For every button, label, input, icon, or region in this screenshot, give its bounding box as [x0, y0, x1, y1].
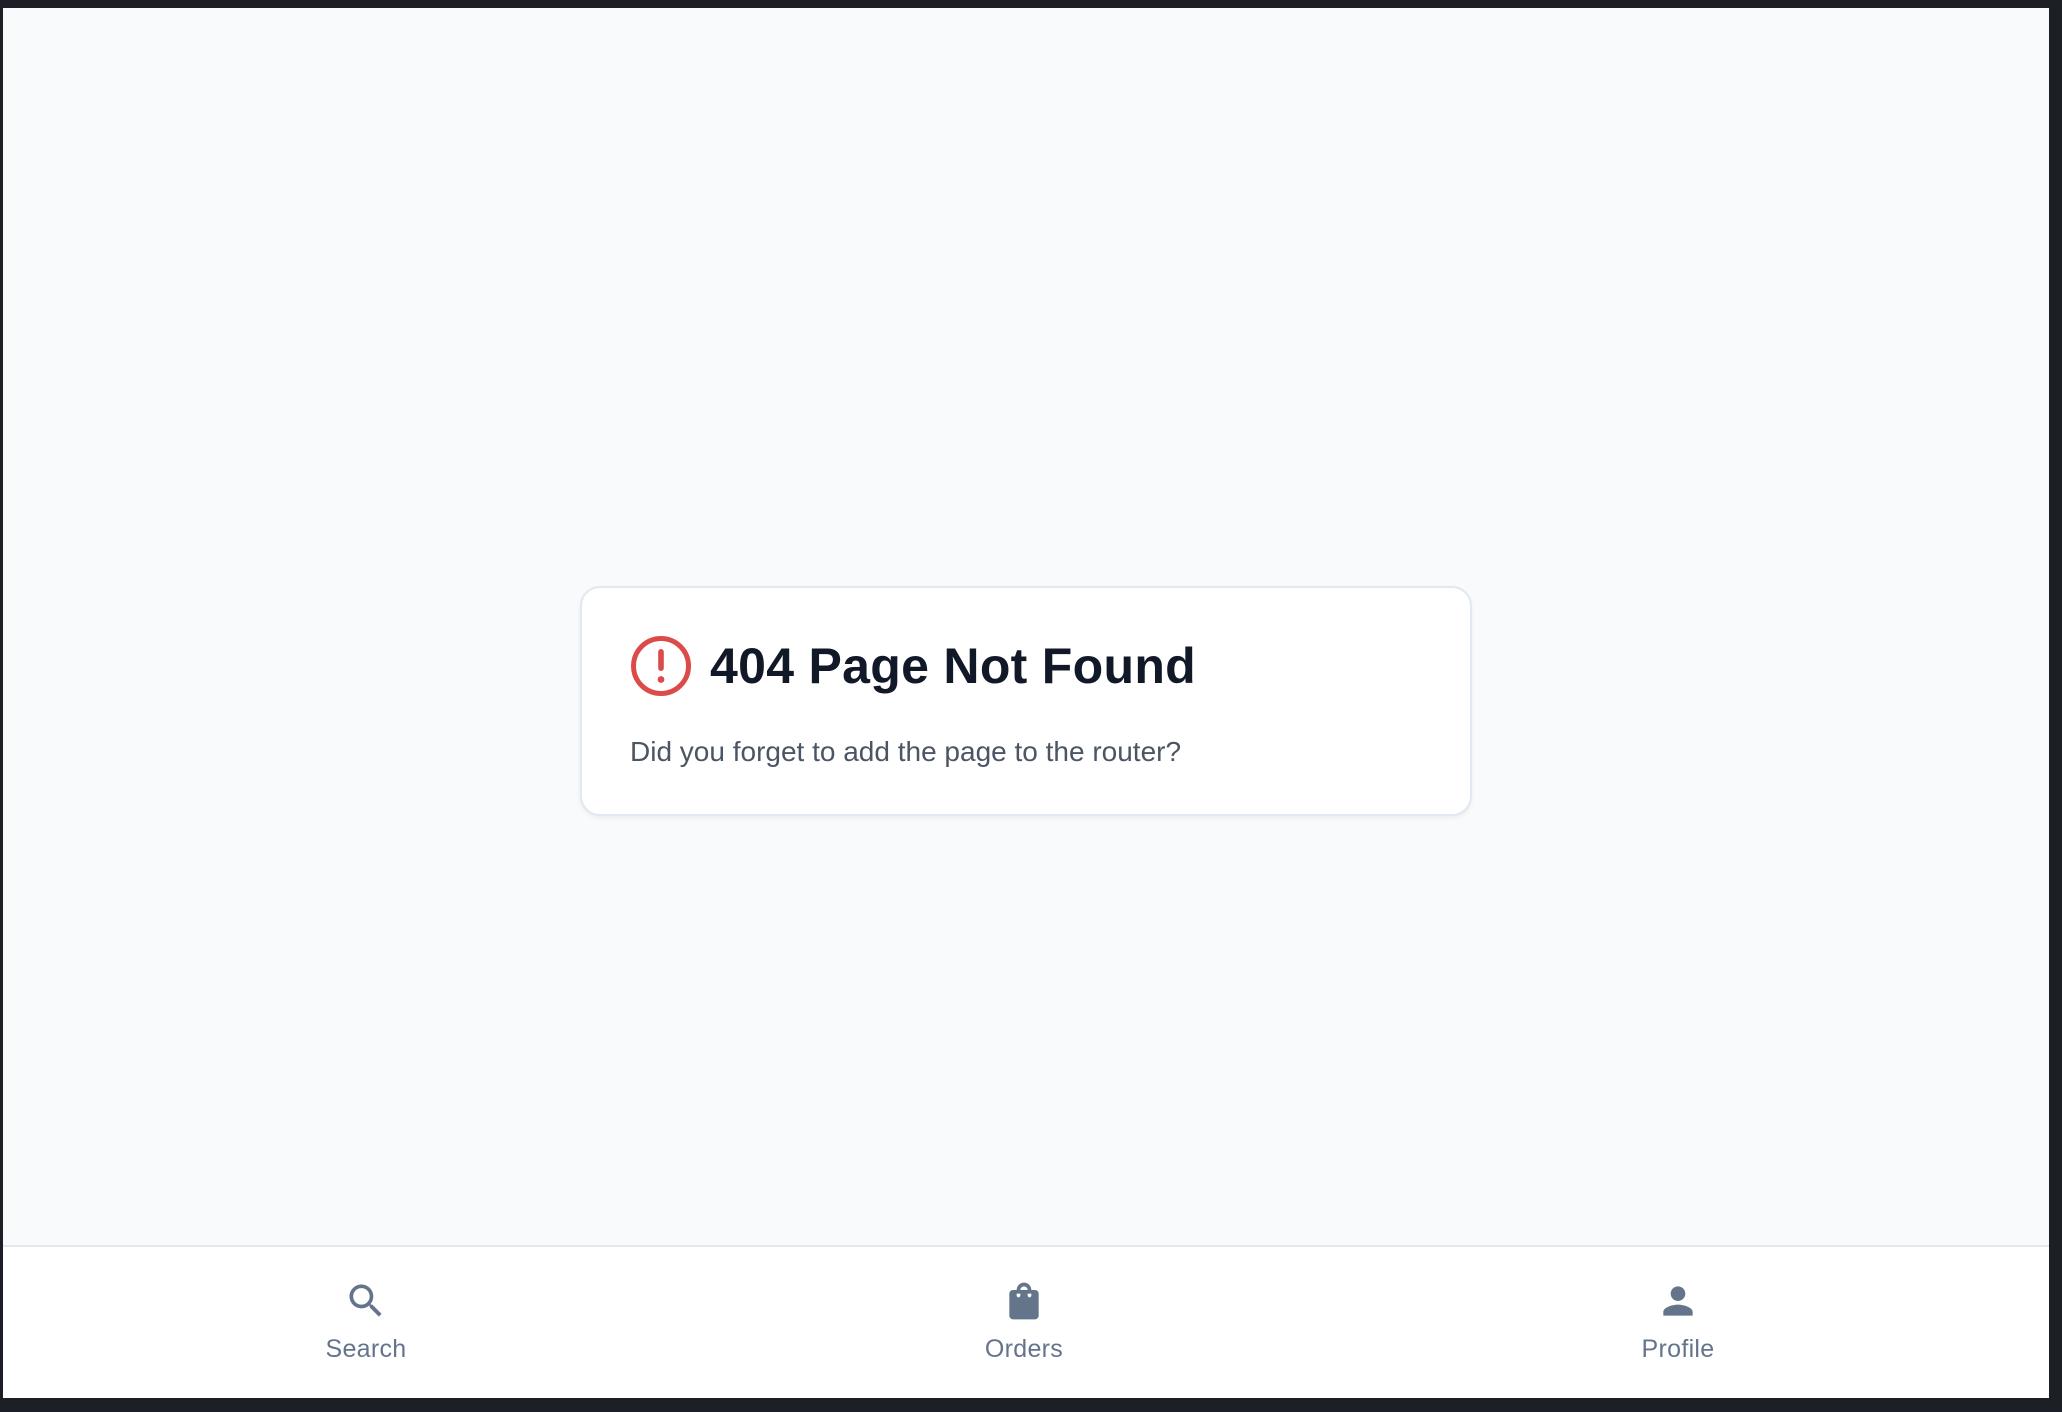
nav-label-profile: Profile: [1641, 1335, 1715, 1363]
not-found-card: 404 Page Not Found Did you forget to add…: [580, 586, 1472, 816]
page-title: 404 Page Not Found: [710, 638, 1197, 694]
card-header: 404 Page Not Found: [630, 635, 1422, 697]
nav-item-orders[interactable]: Orders: [914, 1247, 1134, 1398]
app-screen: 404 Page Not Found Did you forget to add…: [3, 8, 2049, 1398]
nav-item-search[interactable]: Search: [256, 1247, 476, 1398]
nav-label-search: Search: [325, 1335, 407, 1363]
nav-label-orders: Orders: [984, 1335, 1064, 1363]
search-icon: [349, 1284, 382, 1317]
main-content: 404 Page Not Found Did you forget to add…: [3, 8, 2049, 1245]
shopping-bag-icon: [1009, 1282, 1039, 1320]
nav-item-profile[interactable]: Profile: [1568, 1247, 1788, 1398]
alert-circle-icon: [630, 635, 692, 697]
error-message: Did you forget to add the page to the ro…: [630, 736, 1182, 767]
user-icon: [1663, 1286, 1693, 1316]
bottom-navigation: Search Orders Profile: [3, 1245, 2049, 1398]
